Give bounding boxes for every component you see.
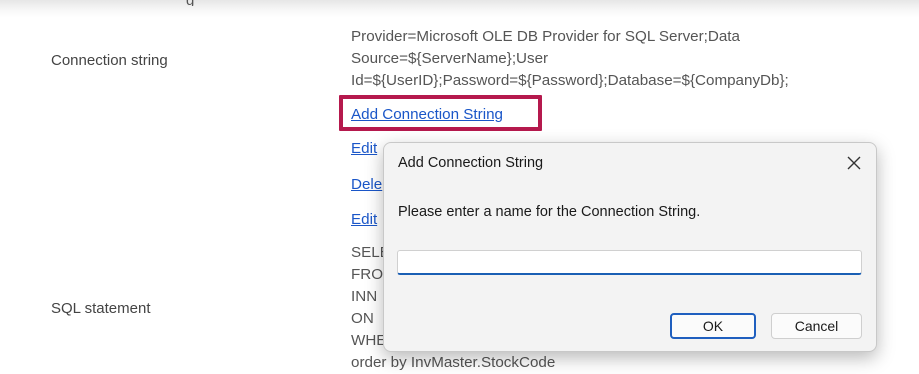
sql-statement-label: SQL statement	[51, 300, 151, 317]
delete-connection-string-link[interactable]: Dele	[351, 174, 382, 196]
dialog-prompt: Please enter a name for the Connection S…	[398, 204, 701, 220]
connection-name-input[interactable]	[397, 250, 862, 275]
edit-connection-string-link[interactable]: Edit	[351, 138, 377, 160]
cut-off-label: g	[186, 0, 206, 6]
dialog-title: Add Connection String	[398, 155, 544, 171]
highlight-box	[339, 95, 542, 131]
close-icon	[847, 156, 861, 170]
connection-string-label: Connection string	[51, 52, 168, 69]
edit-sql-statement-link[interactable]: Edit	[351, 209, 377, 231]
add-connection-string-dialog: Add Connection String Please enter a nam…	[383, 142, 877, 352]
connection-string-value: Provider=Microsoft OLE DB Provider for S…	[351, 28, 789, 89]
close-button[interactable]	[838, 147, 870, 179]
ok-button[interactable]: OK	[670, 313, 756, 339]
background-header-strip	[0, 0, 919, 18]
cancel-button[interactable]: Cancel	[771, 313, 862, 339]
